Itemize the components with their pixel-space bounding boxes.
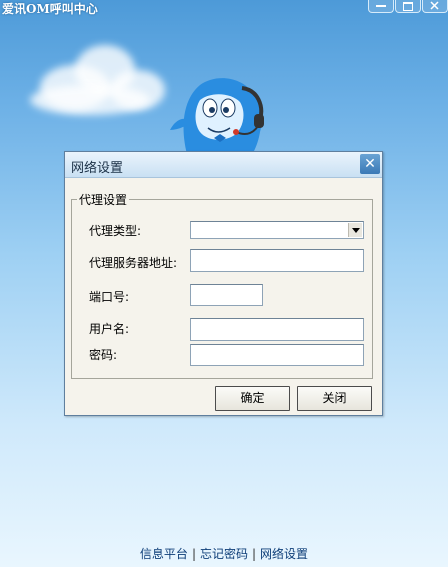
port-field[interactable]: [190, 284, 263, 306]
chevron-down-icon[interactable]: [348, 223, 362, 237]
username-field[interactable]: [190, 318, 364, 341]
info-platform-link[interactable]: 信息平台: [140, 547, 188, 561]
background-clouds: [30, 35, 170, 125]
username-label: 用户名:: [89, 322, 130, 336]
network-settings-link[interactable]: 网络设置: [260, 547, 308, 561]
dialog-cancel-button[interactable]: 关闭: [297, 386, 372, 411]
footer-links: 信息平台 | 忘记密码 | 网络设置: [0, 545, 448, 562]
dialog-close-button[interactable]: ✕: [360, 154, 380, 174]
dialog-titlebar[interactable]: 网络设置 ✕: [65, 152, 382, 178]
close-button[interactable]: [422, 0, 448, 13]
proxy-server-input[interactable]: [191, 250, 363, 271]
password-label: 密码:: [89, 348, 118, 362]
port-label: 端口号:: [89, 290, 130, 304]
window-titlebar: 爱讯OM呼叫中心: [0, 0, 448, 18]
close-icon: [430, 1, 439, 10]
close-icon: ✕: [364, 156, 376, 172]
footer-separator: |: [191, 547, 196, 561]
username-input[interactable]: [191, 319, 363, 340]
proxy-type-select[interactable]: [190, 221, 364, 239]
proxy-settings-legend: 代理设置: [77, 191, 130, 208]
forgot-password-link[interactable]: 忘记密码: [200, 547, 248, 561]
proxy-type-label: 代理类型:: [89, 224, 142, 238]
minimize-icon: [376, 5, 386, 7]
minimize-button[interactable]: [368, 0, 394, 13]
network-settings-dialog: 网络设置 ✕ 代理设置 代理类型: 代理服务器地址: 端口号: 用户名: 密码:…: [64, 151, 383, 416]
ok-button[interactable]: 确定: [215, 386, 290, 411]
port-input[interactable]: [191, 285, 262, 305]
maximize-icon: [403, 2, 413, 11]
password-input[interactable]: [191, 345, 363, 365]
dolphin-mascot-logo: [170, 78, 264, 160]
app-title: 爱讯OM呼叫中心: [2, 2, 98, 16]
footer-separator: |: [252, 547, 257, 561]
proxy-server-label: 代理服务器地址:: [89, 256, 178, 270]
password-field[interactable]: [190, 344, 364, 366]
proxy-server-field[interactable]: [190, 249, 364, 272]
maximize-button[interactable]: [395, 0, 421, 13]
dialog-title: 网络设置: [71, 161, 124, 176]
